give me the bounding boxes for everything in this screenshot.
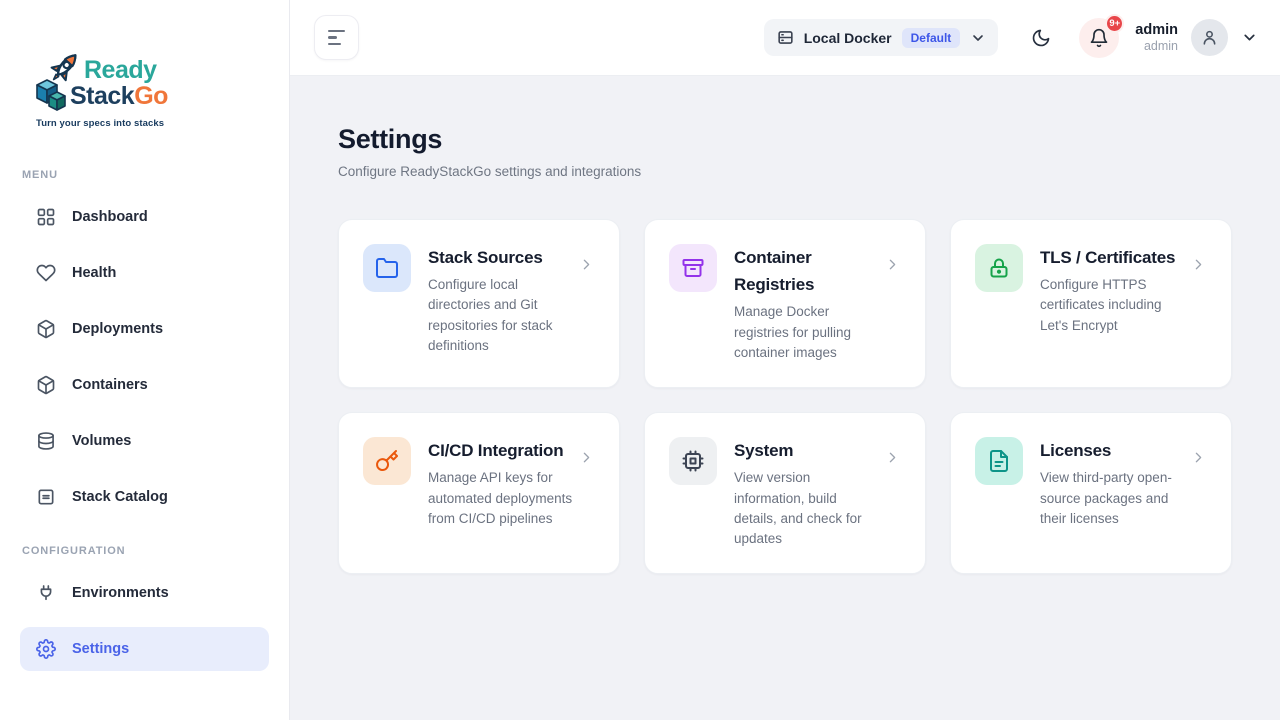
chevron-right-icon: [884, 256, 901, 273]
sidebar-item-deployments[interactable]: Deployments: [20, 307, 269, 351]
chevron-right-icon: [578, 449, 595, 466]
card-title: Container Registries: [734, 244, 881, 298]
card-title: TLS / Certificates: [1040, 244, 1187, 271]
brand-name-ready: Ready: [84, 58, 168, 84]
card-title: CI/CD Integration: [428, 437, 575, 464]
cpu-icon: [669, 437, 717, 485]
gear-icon: [36, 639, 56, 659]
file-text-icon: [975, 437, 1023, 485]
catalog-icon: [36, 487, 56, 507]
sidebar-item-health[interactable]: Health: [20, 251, 269, 295]
settings-card-container-registries[interactable]: Container Registries Manage Docker regis…: [644, 219, 926, 388]
sidebar-nav: MENU Dashboard Health Deployments: [0, 169, 289, 720]
page-subtitle: Configure ReadyStackGo settings and inte…: [338, 164, 1232, 179]
sidebar-item-label: Settings: [72, 641, 129, 657]
sidebar-item-stack-catalog[interactable]: Stack Catalog: [20, 475, 269, 519]
sidebar-item-label: Containers: [72, 377, 148, 393]
plug-icon: [36, 583, 56, 603]
bell-icon: [1089, 28, 1109, 48]
sidebar-item-environments[interactable]: Environments: [20, 571, 269, 615]
settings-card-tls-certificates[interactable]: TLS / Certificates Configure HTTPS certi…: [950, 219, 1232, 388]
lock-icon: [975, 244, 1023, 292]
sidebar-item-label: Health: [72, 265, 116, 281]
server-icon: [776, 28, 795, 47]
sidebar-item-label: Environments: [72, 585, 169, 601]
sidebar-item-label: Dashboard: [72, 209, 148, 225]
nav-section-configuration: CONFIGURATION: [0, 545, 289, 557]
user-role: admin: [1135, 39, 1178, 55]
card-title: Stack Sources: [428, 244, 575, 271]
cube-icon: [36, 375, 56, 395]
brand-name-go: Go: [134, 82, 168, 110]
sidebar-item-volumes[interactable]: Volumes: [20, 419, 269, 463]
chevron-down-icon: [970, 30, 986, 46]
environment-default-badge: Default: [902, 28, 961, 48]
brand-logo: Ready StackGo Turn your specs into stack…: [0, 0, 289, 129]
nav-section-menu: MENU: [0, 169, 289, 181]
settings-card-licenses[interactable]: Licenses View third-party open-source pa…: [950, 412, 1232, 574]
folder-icon: [363, 244, 411, 292]
database-icon: [36, 431, 56, 451]
user-menu-chevron-down-icon[interactable]: [1241, 29, 1258, 46]
sidebar-toggle-button[interactable]: [314, 15, 359, 60]
settings-card-system[interactable]: System View version information, build d…: [644, 412, 926, 574]
sidebar-item-containers[interactable]: Containers: [20, 363, 269, 407]
page-title: Settings: [338, 124, 1232, 155]
main-area: Local Docker Default 9+ admin admin: [290, 0, 1280, 720]
card-description: Configure local directories and Git repo…: [428, 275, 575, 356]
sidebar-item-label: Stack Catalog: [72, 489, 168, 505]
grid-icon: [36, 207, 56, 227]
environment-name: Local Docker: [804, 30, 892, 46]
brand-name-stack: Stack: [70, 82, 134, 110]
notifications-button[interactable]: 9+: [1079, 18, 1119, 58]
card-description: Manage Docker registries for pulling con…: [734, 302, 881, 363]
settings-card-stack-sources[interactable]: Stack Sources Configure local directorie…: [338, 219, 620, 388]
key-icon: [363, 437, 411, 485]
card-title: System: [734, 437, 881, 464]
environment-selector[interactable]: Local Docker Default: [764, 19, 999, 56]
heart-icon: [36, 263, 56, 283]
card-title: Licenses: [1040, 437, 1187, 464]
sidebar-item-settings[interactable]: Settings: [20, 627, 269, 671]
chevron-right-icon: [578, 256, 595, 273]
chevron-right-icon: [1190, 449, 1207, 466]
dark-mode-moon-icon[interactable]: [1031, 28, 1051, 48]
cube-icon: [36, 319, 56, 339]
sidebar-item-label: Deployments: [72, 321, 163, 337]
card-description: Manage API keys for automated deployment…: [428, 468, 575, 529]
card-description: View third-party open-source packages an…: [1040, 468, 1187, 529]
person-icon: [1200, 28, 1219, 47]
settings-cards-grid: Stack Sources Configure local directorie…: [338, 219, 1232, 574]
settings-card-cicd-integration[interactable]: CI/CD Integration Manage API keys for au…: [338, 412, 620, 574]
user-avatar[interactable]: [1191, 19, 1228, 56]
card-description: Configure HTTPS certificates including L…: [1040, 275, 1187, 336]
user-info: admin admin: [1135, 21, 1178, 55]
topbar: Local Docker Default 9+ admin admin: [290, 0, 1280, 76]
sidebar: Ready StackGo Turn your specs into stack…: [0, 0, 290, 720]
brand-tagline: Turn your specs into stacks: [36, 118, 269, 129]
card-description: View version information, build details,…: [734, 468, 881, 549]
chevron-right-icon: [1190, 256, 1207, 273]
notification-count-badge: 9+: [1105, 14, 1124, 33]
archive-icon: [669, 244, 717, 292]
settings-page: Settings Configure ReadyStackGo settings…: [290, 76, 1280, 720]
sidebar-item-dashboard[interactable]: Dashboard: [20, 195, 269, 239]
chevron-right-icon: [884, 449, 901, 466]
user-name: admin: [1135, 21, 1178, 39]
sidebar-item-label: Volumes: [72, 433, 131, 449]
